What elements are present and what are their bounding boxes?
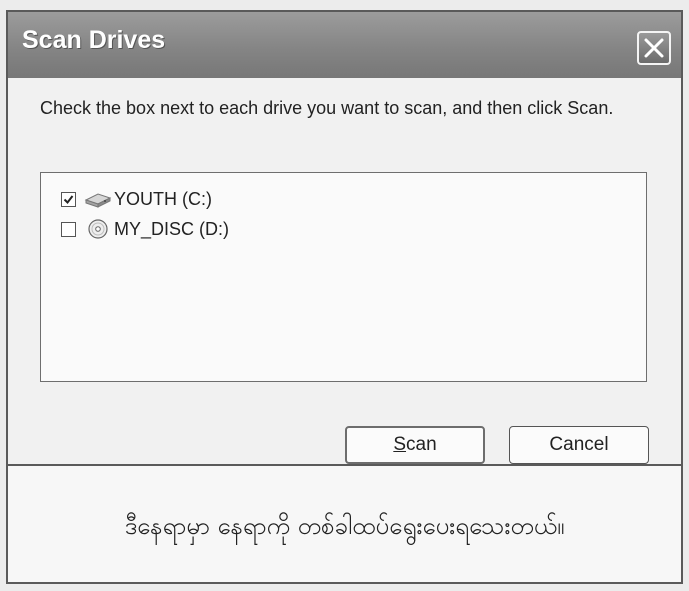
drive-c-checkbox[interactable] [61,191,76,207]
scan-button[interactable]: Scan [345,426,485,464]
window-title: Scan Drives [22,26,166,54]
caption-text: ဒီနေရာမှာ နေရာကို တစ်ခါထပ်ရွေးပေးရသေးတယ်… [124,512,565,540]
page: Scan Drives Check the box next to each d… [0,0,689,591]
drive-list[interactable]: YOUTH (C:) MY_DISC (D:) [40,172,647,382]
cd-drive-icon [88,219,108,239]
drive-d-label: MY_DISC (D:) [114,218,230,239]
list-item-drive-d[interactable]: MY_DISC (D:) [61,215,229,243]
dialog-body: Check the box next to each drive you wan… [8,78,681,464]
instructions-text: Check the box next to each drive you wan… [40,98,614,118]
caption-box: ဒီနေရာမှာ နေရာကို တစ်ခါထပ်ရွေးပေးရသေးတယ်… [8,464,681,582]
scan-button-label: Scan [393,434,437,455]
cancel-button-label: Cancel [549,434,609,455]
hard-drive-icon [84,193,112,208]
title-bar[interactable]: Scan Drives [8,12,681,78]
close-icon [644,38,664,58]
close-button[interactable] [637,31,671,65]
drive-d-checkbox[interactable] [61,221,76,237]
list-item-drive-c[interactable]: YOUTH (C:) [61,185,212,213]
cancel-button[interactable]: Cancel [509,426,649,464]
drive-c-label: YOUTH (C:) [114,188,212,209]
scan-drives-dialog: Scan Drives Check the box next to each d… [6,10,683,584]
checkmark-icon [63,194,74,204]
